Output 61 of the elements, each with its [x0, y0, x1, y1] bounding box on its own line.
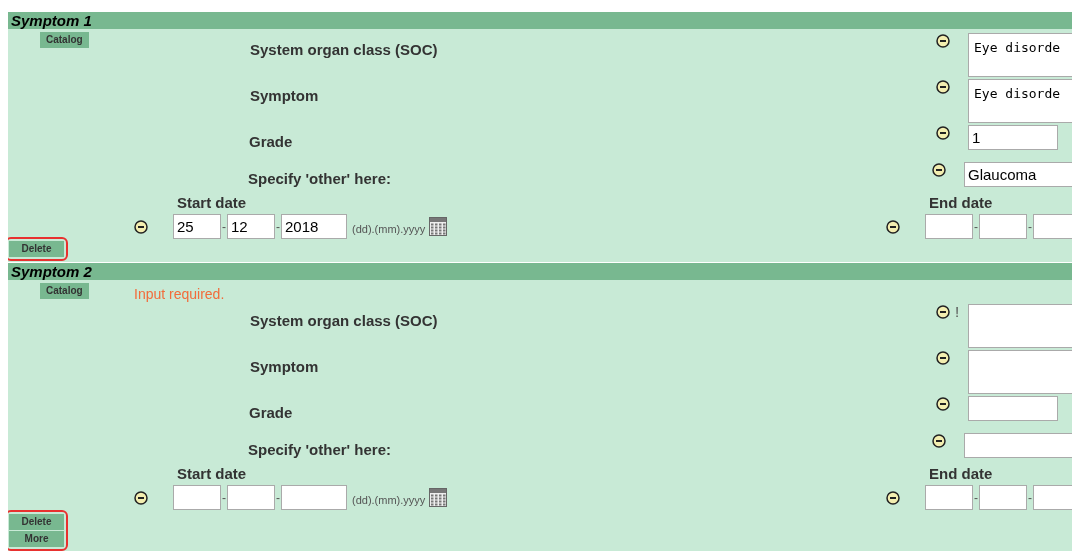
input-field[interactable]: [925, 214, 973, 239]
required-mark: !: [955, 305, 960, 319]
input-field[interactable]: [925, 485, 973, 510]
field-label: Grade: [249, 133, 293, 150]
small-button[interactable]: Delete: [9, 241, 64, 257]
input-field[interactable]: [227, 485, 275, 510]
input-field[interactable]: 12: [227, 214, 275, 239]
calendar-icon[interactable]: [429, 488, 448, 507]
minus-icon[interactable]: [886, 490, 900, 505]
section-header: Symptom 1: [8, 12, 1072, 29]
text-area[interactable]: Eye disorde: [968, 79, 1072, 123]
field-label: Symptom: [250, 358, 319, 375]
error-message: Input required.: [134, 286, 225, 302]
input-field[interactable]: [173, 485, 221, 510]
calendar-icon[interactable]: [429, 217, 448, 236]
field-label: Specify 'other' here:: [248, 170, 391, 187]
input-field[interactable]: [968, 396, 1058, 421]
input-field[interactable]: [979, 214, 1027, 239]
date-separator: -: [221, 218, 227, 236]
field-label: System organ class (SOC): [250, 312, 438, 329]
input-field[interactable]: [281, 485, 347, 510]
input-field[interactable]: 2018: [281, 214, 347, 239]
field-label: Symptom: [250, 87, 319, 104]
small-button[interactable]: Catalog: [40, 283, 89, 299]
minus-icon[interactable]: [936, 305, 950, 319]
field-label: Start date: [177, 465, 247, 482]
minus-icon[interactable]: [936, 80, 950, 94]
input-field[interactable]: Glaucoma: [964, 162, 1072, 187]
small-button[interactable]: Catalog: [40, 32, 89, 48]
minus-icon[interactable]: [134, 490, 148, 505]
date-format-hint: (dd).(mm).yyyy: [352, 222, 426, 238]
minus-icon[interactable]: [936, 126, 950, 140]
date-separator: -: [221, 489, 227, 507]
field-label: End date: [929, 194, 993, 211]
minus-icon[interactable]: [932, 163, 946, 177]
field-label: Specify 'other' here:: [248, 441, 391, 458]
date-format-hint: (dd).(mm).yyyy: [352, 493, 426, 509]
date-separator: -: [973, 218, 979, 236]
minus-icon[interactable]: [932, 434, 946, 448]
field-label: System organ class (SOC): [250, 41, 438, 58]
date-separator: -: [1027, 489, 1033, 507]
small-button[interactable]: More: [9, 531, 64, 547]
date-separator: -: [275, 489, 281, 507]
field-label: Grade: [249, 404, 293, 421]
minus-icon[interactable]: [936, 397, 950, 411]
date-separator: -: [275, 218, 281, 236]
minus-icon[interactable]: [134, 219, 148, 234]
date-separator: -: [1027, 218, 1033, 236]
minus-icon[interactable]: [936, 351, 950, 365]
input-field[interactable]: [979, 485, 1027, 510]
small-button[interactable]: Delete: [9, 514, 64, 530]
minus-icon[interactable]: [936, 34, 950, 48]
input-field[interactable]: [964, 433, 1072, 458]
field-label: End date: [929, 465, 993, 482]
date-separator: -: [973, 489, 979, 507]
text-area[interactable]: Eye disorde: [968, 33, 1072, 77]
minus-icon[interactable]: [886, 219, 900, 234]
section-header: Symptom 2: [8, 263, 1072, 280]
input-field[interactable]: 1: [968, 125, 1058, 150]
input-field[interactable]: 25: [173, 214, 221, 239]
field-label: Start date: [177, 194, 247, 211]
